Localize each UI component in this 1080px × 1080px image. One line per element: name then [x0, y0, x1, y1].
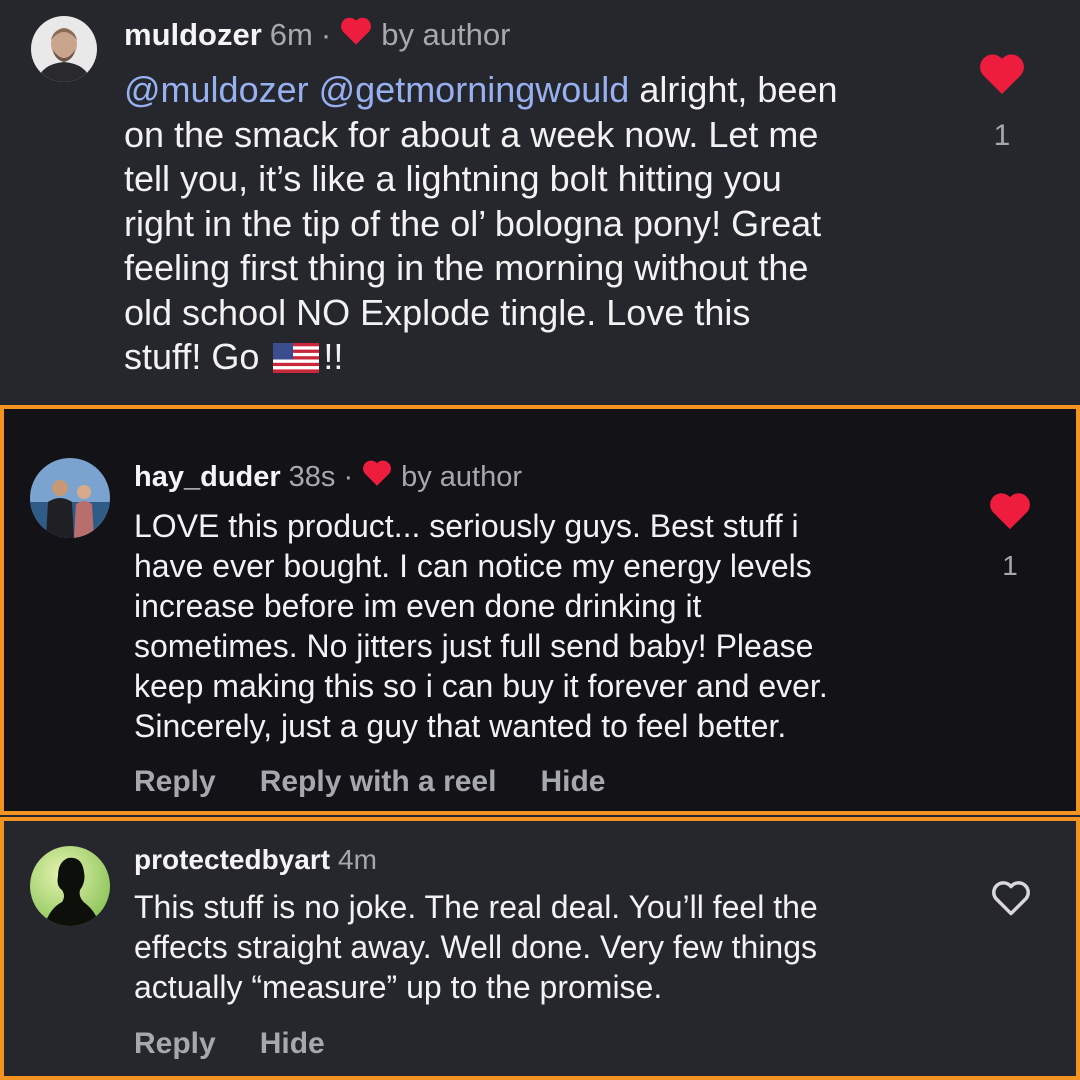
comment-meta: hay_duder 38s · by author [134, 458, 522, 496]
like-button[interactable] [988, 879, 1034, 922]
like-count: 1 [1002, 550, 1018, 581]
liked-by-author-label: by author [381, 17, 511, 52]
us-flag-icon [273, 339, 320, 384]
heart-filled-icon [988, 493, 1032, 535]
comment-protectedbyart: protectedbyart 4m This stuff is no joke.… [0, 817, 1080, 1080]
reply-with-reel-button[interactable]: Reply with a reel [260, 765, 497, 799]
separator-dot: · [343, 460, 354, 493]
comment-actions: Reply Reply with a reel Hide [134, 765, 649, 799]
comment-muldozer: muldozer 6m · by author @muldozer @getmo… [0, 0, 1080, 405]
like-count: 1 [993, 119, 1011, 152]
comment-body: @muldozer @getmorningwould alright, been… [124, 68, 954, 384]
mention-links[interactable]: @muldozer @getmorningwould [124, 69, 629, 110]
timestamp: 38s [288, 460, 336, 493]
heart-filled-icon [361, 459, 393, 495]
liked-by-author-label: by author [401, 460, 523, 493]
username[interactable]: protectedbyart [134, 844, 330, 876]
reply-button[interactable]: Reply [134, 1027, 216, 1061]
avatar[interactable] [30, 846, 110, 926]
like-button[interactable]: 1 [986, 491, 1034, 582]
username[interactable]: muldozer [124, 17, 262, 53]
comment-meta: muldozer 6m · by author [124, 16, 510, 54]
username[interactable]: hay_duder [134, 461, 281, 494]
comment-meta: protectedbyart 4m [134, 841, 377, 879]
avatar[interactable] [30, 458, 110, 538]
heart-outline-icon [990, 881, 1032, 921]
avatar[interactable] [31, 16, 97, 82]
comment-body: This stuff is no joke. The real deal. Yo… [134, 889, 818, 1005]
timestamp: 4m [338, 844, 377, 875]
comment-hay-duder: hay_duder 38s · by author LOVE this prod… [0, 405, 1080, 815]
hide-button[interactable]: Hide [260, 1027, 325, 1061]
heart-filled-icon [339, 16, 373, 54]
separator-dot: · [320, 17, 332, 52]
hide-button[interactable]: Hide [540, 765, 605, 799]
heart-filled-icon [978, 54, 1026, 100]
comment-body: LOVE this product... seriously guys. Bes… [134, 508, 828, 744]
like-button[interactable]: 1 [976, 52, 1028, 153]
reply-button[interactable]: Reply [134, 765, 216, 799]
timestamp: 6m [269, 17, 313, 52]
comment-actions: Reply Hide [134, 1027, 369, 1061]
